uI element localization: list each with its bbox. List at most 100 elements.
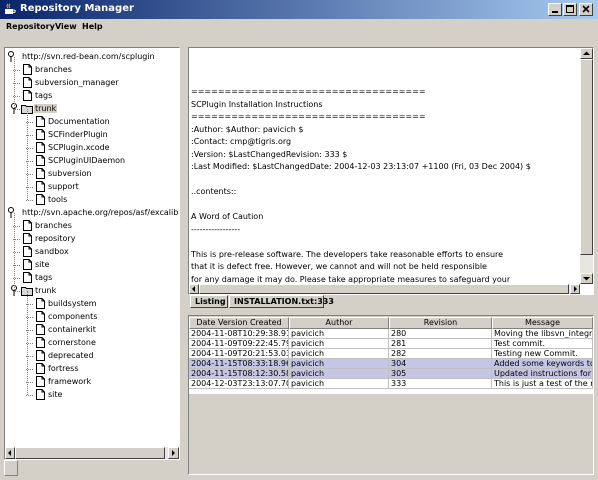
document-vertical-scrollbar[interactable] <box>580 48 593 284</box>
tree-connector <box>27 109 28 200</box>
tree-node-label: trunk <box>35 286 57 295</box>
file-icon <box>33 193 47 208</box>
tree-node-label: trunk <box>34 104 58 113</box>
document-line: for any damage it may do. Please take ap… <box>191 274 511 284</box>
cell-message: This is just a test of the n... <box>492 379 593 389</box>
column-header-author[interactable]: Author <box>289 317 389 329</box>
document-line: =================================== <box>191 112 426 121</box>
scroll-thumb[interactable] <box>15 447 165 459</box>
tree-node-label: http://svn.apache.org/repos/asf/excalibu… <box>22 208 179 217</box>
tree-connector <box>27 291 28 395</box>
minimize-button[interactable] <box>548 3 562 16</box>
cell-author: pavicich <box>289 379 389 389</box>
table-row[interactable]: 2004-11-15T08:12:30.58... pavicich 305 Upda… <box>189 369 593 379</box>
maximize-button[interactable] <box>563 3 577 16</box>
scroll-thumb[interactable] <box>199 284 569 294</box>
document-line: A Word of Caution <box>191 212 264 221</box>
tree-node-label: SCFinderPlugin <box>48 130 108 139</box>
tree-connector <box>26 395 33 396</box>
cell-author: pavicich <box>289 359 389 369</box>
repository-tree[interactable]: http://svn.red-bean.com/scplugin branches… <box>5 48 179 446</box>
cell-date: 2004-11-08T10:29:38.91... <box>189 329 289 339</box>
tree-node-label: subversion <box>48 169 92 178</box>
tree-node-label: containerkit <box>48 325 96 334</box>
table-header: Date Version Created Author Revision Messag… <box>189 317 593 329</box>
column-header-revision[interactable]: Revision <box>389 317 492 329</box>
cell-message: Added some keywords to ... <box>492 359 593 369</box>
cell-message: Testing new Commit. <box>492 349 593 359</box>
tree-node-label: repository <box>35 234 76 243</box>
document-line: This is pre-release software. The develo… <box>191 249 504 259</box>
table-row[interactable]: 2004-11-15T08:33:18.96... pavicich 304 Adde… <box>189 359 593 369</box>
tree-node-label: tools <box>48 195 68 204</box>
document-line: :Version: $LastChangedRevision: 333 $ <box>191 149 348 159</box>
document-line: =================================== <box>191 87 426 96</box>
menu-repository[interactable]: Repository <box>6 22 55 31</box>
scroll-down-button[interactable] <box>580 273 593 284</box>
scroll-right-button[interactable] <box>570 284 580 294</box>
resize-grip[interactable] <box>4 460 18 476</box>
tree-node-label: deprecated <box>48 351 94 360</box>
file-icon <box>33 388 47 403</box>
menu-help[interactable]: Help <box>82 22 103 31</box>
document-text: =================================== SCPlu… <box>191 86 531 284</box>
menu-bar: Repository View Help <box>0 19 598 36</box>
scroll-right-button[interactable] <box>168 447 179 459</box>
menu-view[interactable]: View <box>55 22 77 31</box>
cell-revision: 282 <box>389 349 492 359</box>
document-line: ..contents:: <box>191 187 237 196</box>
tree-node-label: site <box>48 390 63 399</box>
table-row[interactable]: 2004-11-08T10:29:38.91... pavicich 280 Movi… <box>189 329 593 339</box>
tree-connector <box>14 57 15 108</box>
tree-connector <box>13 291 20 292</box>
tree-node-label: fortress <box>48 364 79 373</box>
document-line: :Contact: cmp@tigris.org <box>191 137 292 146</box>
document-line: :Last Modified: $LastChangedDate: 2004-1… <box>191 162 531 171</box>
table-row[interactable]: 2004-11-09T20:21:53.03... pavicich 282 Test… <box>189 349 593 359</box>
cell-date: 2004-11-09T20:21:53.03... <box>189 349 289 359</box>
column-header-message[interactable]: Message <box>492 317 593 329</box>
revision-table[interactable]: 2004-11-08T10:29:38.91... pavicich 280 Movi… <box>189 329 593 394</box>
java-app-icon <box>3 3 16 16</box>
title-bar[interactable]: Repository Manager <box>0 0 598 19</box>
scroll-left-button[interactable] <box>5 447 15 459</box>
cell-revision: 281 <box>389 339 492 349</box>
table-row[interactable]: 2004-11-09T09:22:45.79... pavicich 281 Test… <box>189 339 593 349</box>
cell-author: pavicich <box>289 369 389 379</box>
scroll-up-button[interactable] <box>580 48 593 59</box>
column-header-date-version-created[interactable]: Date Version Created <box>189 317 289 329</box>
tab-listing[interactable]: Listing <box>190 295 228 308</box>
split-pane-divider[interactable] <box>181 44 187 476</box>
document-horizontal-scrollbar[interactable] <box>189 284 580 294</box>
tree-node-label: sandbox <box>35 247 69 256</box>
cell-author: pavicich <box>289 349 389 359</box>
cell-date: 2004-11-15T08:12:30.58... <box>189 369 289 379</box>
close-button[interactable] <box>579 3 593 16</box>
tree-node-label: tags <box>35 273 53 282</box>
tree-node-label: support <box>48 182 79 191</box>
tree-node-label: branches <box>35 221 72 230</box>
table-row[interactable]: 2004-12-03T23:13:07.70... pavicich 333 This… <box>189 379 593 389</box>
cell-revision: 304 <box>389 359 492 369</box>
cell-author: pavicich <box>289 339 389 349</box>
cell-message: Test commit. <box>492 339 593 349</box>
scroll-thumb[interactable] <box>580 59 593 255</box>
tree-horizontal-scrollbar[interactable] <box>5 447 179 459</box>
document-line: ----------------- <box>191 224 241 234</box>
tab-installation-txt[interactable]: INSTALLATION.txt:333 <box>229 295 334 308</box>
tree-node-label: tags <box>35 91 53 100</box>
tree-node-label: branches <box>35 65 72 74</box>
tree-node-label: SCPluginUIDaemon <box>48 156 126 165</box>
document-viewer[interactable]: =================================== SCPlu… <box>189 48 579 284</box>
cell-date: 2004-11-09T09:22:45.79... <box>189 339 289 349</box>
cell-message: Updated instructions for fi... <box>492 369 593 379</box>
cell-revision: 333 <box>389 379 492 389</box>
tree-connector <box>26 200 33 201</box>
cell-message: Moving the libsvn_integrat... <box>492 329 593 339</box>
scroll-left-button[interactable] <box>189 284 199 294</box>
tree-node-label: site <box>35 260 50 269</box>
tree-node-label: cornerstone <box>48 338 96 347</box>
tree-node-label: subversion_manager <box>35 78 119 87</box>
